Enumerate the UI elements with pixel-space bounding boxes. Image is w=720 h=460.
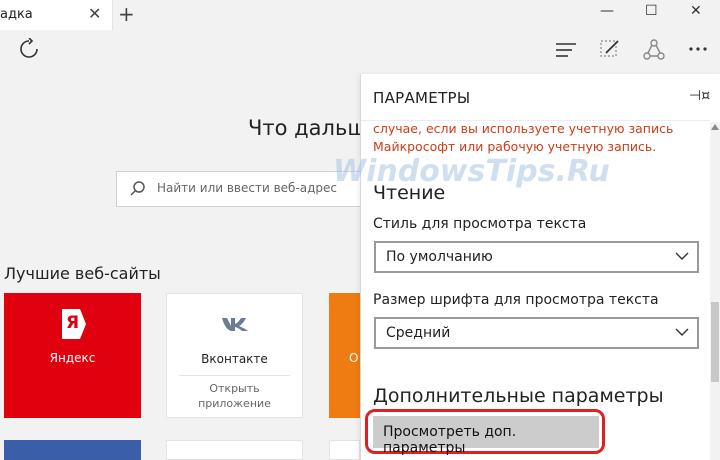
- page-heading: Что дальш: [248, 116, 367, 140]
- font-size-value: Средний: [386, 325, 451, 341]
- close-window-icon[interactable]: ✕: [690, 3, 702, 19]
- open-app-line1[interactable]: Открыть: [167, 382, 302, 395]
- pin-icon[interactable]: ⊣¤: [689, 88, 710, 104]
- settings-title: ПАРАМЕТРЫ: [373, 89, 471, 107]
- search-placeholder: Найти или ввести веб-адрес: [157, 181, 338, 195]
- advanced-button-label: Просмотреть доп. параметры: [383, 424, 517, 456]
- chevron-down-icon: [675, 328, 689, 336]
- panel-scrollbar[interactable]: [710, 122, 720, 460]
- web-note-icon[interactable]: [599, 38, 621, 60]
- search-icon: [130, 181, 145, 196]
- top-sites-title: Лучшие веб-сайты: [4, 264, 161, 283]
- chevron-down-icon: [675, 252, 689, 260]
- account-warning-line2: Майкрософт или рабочую учетную запись.: [373, 139, 657, 154]
- scroll-up-icon[interactable]: [711, 124, 719, 130]
- new-tab-icon[interactable]: +: [118, 2, 135, 26]
- tab-title: адка: [0, 7, 33, 22]
- tile-label: О: [349, 351, 359, 365]
- font-size-label: Размер шрифта для просмотра текста: [373, 292, 659, 308]
- tile-row2-1[interactable]: [4, 440, 141, 460]
- tile-row2-2[interactable]: [166, 440, 303, 460]
- text-style-label: Стиль для просмотра текста: [373, 216, 587, 232]
- open-app-line2[interactable]: приложение: [167, 397, 302, 410]
- tile-yandex[interactable]: Я Яндекс: [4, 293, 141, 418]
- tile-row2-3[interactable]: [329, 440, 360, 460]
- browser-tab[interactable]: адка ✕: [0, 0, 113, 30]
- hub-icon[interactable]: [555, 42, 577, 58]
- account-warning-line1: случае, если вы используете учетную запи…: [373, 121, 674, 136]
- reading-heading: Чтение: [373, 182, 446, 204]
- vk-logo-icon: [222, 318, 248, 331]
- tile-label: Яндекс: [49, 351, 96, 365]
- scrollbar-thumb[interactable]: [711, 302, 719, 382]
- advanced-heading: Дополнительные параметры: [373, 385, 664, 407]
- tile-divider: [179, 375, 290, 376]
- new-tab-page: Что дальш Найти или ввести веб-адрес Луч…: [0, 74, 378, 460]
- view-advanced-settings-button[interactable]: Просмотреть доп. параметры: [373, 416, 599, 456]
- yandex-logo-letter: Я: [66, 313, 80, 333]
- tile-label: Вконтакте: [201, 352, 268, 366]
- tab-close-icon[interactable]: ✕: [88, 4, 101, 23]
- reading-style-select[interactable]: По умолчанию: [374, 241, 699, 273]
- reading-style-value: По умолчанию: [386, 249, 493, 265]
- toolbar: [0, 30, 720, 74]
- tile-vkontakte[interactable]: Вконтакте Открыть приложение: [166, 293, 303, 418]
- share-icon[interactable]: [642, 38, 666, 62]
- settings-panel: ПАРАМЕТРЫ ⊣¤ случае, если вы используете…: [333, 74, 720, 460]
- refresh-icon[interactable]: [18, 38, 40, 60]
- maximize-icon[interactable]: ☐: [645, 3, 658, 19]
- tile-third[interactable]: О: [329, 293, 360, 418]
- more-icon[interactable]: [688, 46, 708, 52]
- font-size-select[interactable]: Средний: [374, 317, 699, 349]
- minimize-icon[interactable]: —: [600, 3, 614, 19]
- title-bar: адка ✕ + — ☐ ✕: [0, 0, 720, 30]
